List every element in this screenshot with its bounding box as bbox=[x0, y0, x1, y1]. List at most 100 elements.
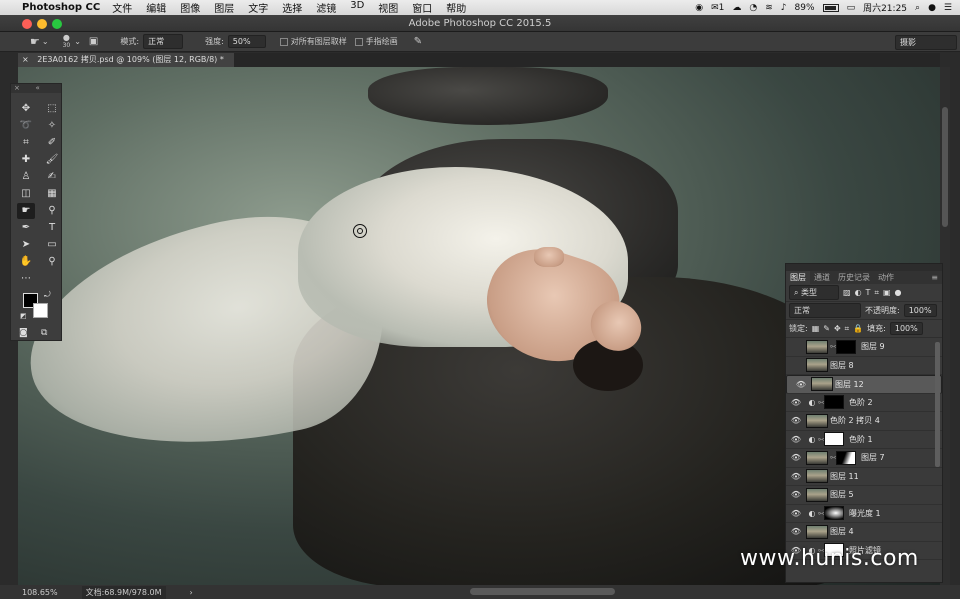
layer-row[interactable]: 👁 ◐ ⧟ 曝光度 1 bbox=[786, 505, 942, 523]
document-tab[interactable]: × 2E3A0162 拷贝.psd @ 109% (图层 12, RGB/8) … bbox=[18, 53, 234, 67]
layer-name[interactable]: 图层 8 bbox=[830, 360, 854, 371]
layer-name[interactable]: 色阶 1 bbox=[849, 434, 873, 445]
volume-icon[interactable]: ♪ bbox=[781, 3, 787, 13]
tab-actions[interactable]: 动作 bbox=[874, 271, 898, 284]
move-tool-icon[interactable]: ✥ bbox=[17, 101, 35, 117]
layer-name[interactable]: 图层 5 bbox=[830, 489, 854, 500]
zoom-window-button[interactable] bbox=[52, 19, 62, 29]
lock-position-icon[interactable]: ✥ bbox=[834, 324, 841, 333]
cloud-icon[interactable]: ☁ bbox=[732, 3, 741, 13]
menu-list-icon[interactable]: ☰ bbox=[944, 3, 952, 13]
filter-adjustment-icon[interactable]: ◐ bbox=[855, 288, 862, 297]
layer-row-selected[interactable]: 👁 图层 12 bbox=[786, 375, 942, 394]
chevron-down-icon[interactable]: ⌄ bbox=[74, 37, 81, 46]
menu-window[interactable]: 窗口 bbox=[412, 0, 432, 15]
menu-layer[interactable]: 图层 bbox=[214, 0, 234, 15]
layer-mask-thumbnail[interactable] bbox=[824, 506, 844, 521]
screen-mode-icon[interactable]: ⧉ bbox=[41, 328, 47, 338]
clock[interactable]: 周六21:25 bbox=[863, 1, 907, 14]
layer-row[interactable]: 👁 ◐ ⧟ 色阶 2 bbox=[786, 394, 942, 412]
app-menu[interactable]: Photoshop CC bbox=[22, 2, 100, 13]
eye-icon[interactable]: 👁 bbox=[786, 509, 806, 518]
filter-pixel-icon[interactable]: ▨ bbox=[843, 288, 851, 297]
tab-history[interactable]: 历史记录 bbox=[834, 271, 874, 284]
layer-name[interactable]: 图层 12 bbox=[835, 379, 864, 390]
lock-image-icon[interactable]: ✎ bbox=[823, 324, 830, 333]
eye-icon[interactable]: 👁 bbox=[786, 527, 806, 536]
flag-icon[interactable]: ▭ bbox=[847, 3, 856, 13]
smudge-tool-preset-icon[interactable]: ☛ bbox=[30, 35, 40, 48]
panel-menu-icon[interactable]: ≡ bbox=[927, 271, 942, 284]
menu-filter[interactable]: 滤镜 bbox=[316, 0, 336, 15]
menu-file[interactable]: 文件 bbox=[112, 0, 132, 15]
default-colors-icon[interactable]: ◩ bbox=[20, 312, 27, 320]
close-tab-icon[interactable]: × bbox=[22, 55, 29, 64]
timer-icon[interactable]: ◔ bbox=[749, 3, 757, 13]
menu-select[interactable]: 选择 bbox=[282, 0, 302, 15]
workspace-select[interactable]: 摄影 bbox=[895, 35, 957, 50]
type-tool-icon[interactable]: T bbox=[43, 220, 61, 236]
filter-toggle-icon[interactable]: ● bbox=[895, 288, 902, 297]
lasso-tool-icon[interactable]: ➰ bbox=[17, 118, 35, 134]
mode-select[interactable]: 正常 bbox=[143, 34, 184, 49]
eye-icon[interactable]: 👁 bbox=[786, 472, 806, 481]
sample-all-checkbox[interactable] bbox=[279, 37, 288, 46]
layer-name[interactable]: 色阶 2 bbox=[849, 397, 873, 408]
filter-shape-icon[interactable]: ⌗ bbox=[874, 288, 879, 298]
magic-wand-tool-icon[interactable]: ✧ bbox=[43, 118, 61, 134]
menu-image[interactable]: 图像 bbox=[180, 0, 200, 15]
layer-name[interactable]: 曝光度 1 bbox=[849, 508, 881, 519]
layer-mask-thumbnail[interactable] bbox=[836, 450, 856, 465]
path-selection-tool-icon[interactable]: ➤ bbox=[17, 237, 35, 253]
layer-name[interactable]: 图层 7 bbox=[861, 452, 885, 463]
gradient-tool-icon[interactable]: ▦ bbox=[43, 186, 61, 202]
layer-name[interactable]: 图层 11 bbox=[830, 471, 859, 482]
layer-row[interactable]: 👁 图层 5 bbox=[786, 486, 942, 505]
layer-row[interactable]: 👁 图层 4 bbox=[786, 523, 942, 542]
brush-tool-icon[interactable]: 🖌 bbox=[43, 152, 61, 168]
strength-input[interactable]: 50% bbox=[227, 35, 266, 48]
tools-panel-header[interactable]: × « bbox=[11, 84, 61, 93]
battery-icon[interactable] bbox=[822, 3, 839, 12]
menu-view[interactable]: 视图 bbox=[378, 0, 398, 15]
opacity-input[interactable]: 100% bbox=[903, 304, 937, 317]
dodge-tool-icon[interactable]: ⚲ bbox=[43, 203, 61, 219]
menu-help[interactable]: 帮助 bbox=[446, 0, 466, 15]
tab-layers[interactable]: 图层 bbox=[786, 271, 810, 284]
menu-3d[interactable]: 3D bbox=[350, 0, 364, 15]
lock-transparent-icon[interactable]: ▦ bbox=[812, 324, 820, 333]
tab-channels[interactable]: 通道 bbox=[810, 271, 834, 284]
document-size[interactable]: 文档:68.9M/978.0M bbox=[81, 585, 166, 599]
quick-mask-icon[interactable]: ◙ bbox=[19, 328, 28, 338]
brush-panel-icon[interactable]: ▣ bbox=[89, 36, 98, 47]
eye-icon[interactable]: 👁 bbox=[786, 416, 806, 425]
layer-row[interactable]: 👁 ⧟ 图层 7 bbox=[786, 449, 942, 468]
status-arrow-icon[interactable]: › bbox=[190, 588, 193, 597]
scroll-thumb[interactable] bbox=[942, 107, 948, 227]
background-color-swatch[interactable] bbox=[33, 303, 48, 318]
eraser-tool-icon[interactable]: ◫ bbox=[17, 186, 35, 202]
history-brush-tool-icon[interactable]: ✍ bbox=[43, 169, 61, 185]
zoom-tool-icon[interactable]: ⚲ bbox=[43, 254, 61, 270]
wechat-icon[interactable]: ✉1 bbox=[711, 3, 724, 13]
layer-mask-thumbnail[interactable] bbox=[824, 395, 844, 410]
horizontal-scroll-thumb[interactable] bbox=[470, 588, 615, 595]
layer-row[interactable]: ⧟ 图层 9 bbox=[786, 338, 942, 357]
chevron-down-icon[interactable]: ⌄ bbox=[42, 37, 49, 46]
lock-all-icon[interactable]: 🔒 bbox=[853, 324, 863, 333]
filter-type-icon[interactable]: T bbox=[866, 288, 871, 297]
layer-mask-thumbnail[interactable] bbox=[824, 432, 844, 447]
layer-name[interactable]: 图层 9 bbox=[861, 341, 885, 352]
menu-type[interactable]: 文字 bbox=[248, 0, 268, 15]
clone-stamp-tool-icon[interactable]: ♙ bbox=[17, 169, 35, 185]
finger-paint-checkbox[interactable] bbox=[354, 37, 363, 46]
blend-mode-select[interactable]: 正常 bbox=[789, 303, 861, 318]
wifi-icon[interactable]: ≋ bbox=[765, 3, 773, 13]
minimize-window-button[interactable] bbox=[37, 19, 47, 29]
layers-panel-header[interactable] bbox=[786, 264, 942, 271]
marquee-tool-icon[interactable]: ⬚ bbox=[43, 101, 61, 117]
crop-tool-icon[interactable]: ⌗ bbox=[17, 135, 35, 151]
layer-row[interactable]: 👁 图层 11 bbox=[786, 468, 942, 486]
lock-artboard-icon[interactable]: ⌗ bbox=[845, 324, 850, 334]
layer-name[interactable]: 色阶 2 拷贝 4 bbox=[830, 415, 880, 426]
